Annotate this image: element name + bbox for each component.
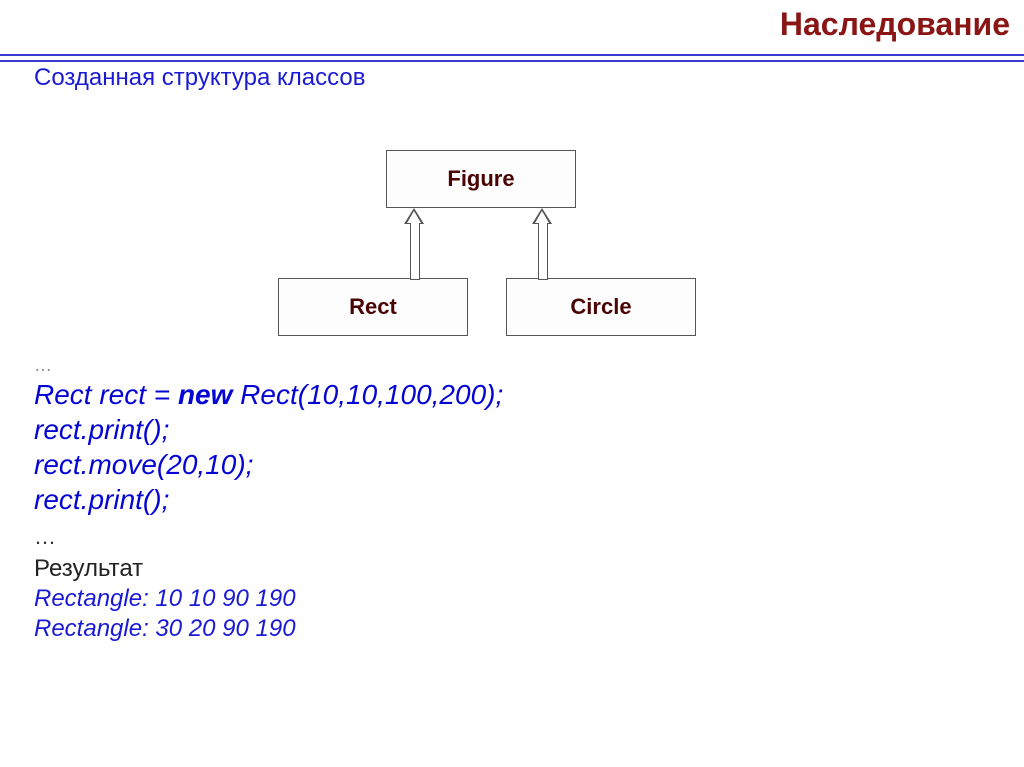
class-box-figure: Figure [386,150,576,208]
code-and-result: … Rect rect = new Rect(10,10,100,200); r… [34,354,503,644]
code-line-4: rect.print(); [34,482,503,517]
class-diagram: Figure Rect Circle [278,150,718,350]
class-box-rect: Rect [278,278,468,336]
header-rule-1 [0,54,1024,56]
code-pre: rect.print(); [34,414,169,445]
subtitle: Созданная структура классов [34,64,365,92]
code-line-3: rect.move(20,10); [34,447,503,482]
page-title: Наследование [780,6,1010,43]
slide: Наследование Созданная структура классов… [0,0,1024,767]
code-pre: Rect rect = [34,379,178,410]
result-line-1: Rectangle: 10 10 90 190 [34,584,503,614]
ellipsis-top: … [34,354,503,377]
code-line-2: rect.print(); [34,412,503,447]
code-pre: rect.move(20,10); [34,449,253,480]
ellipsis-bottom: … [34,523,503,551]
result-line-2: Rectangle: 30 20 90 190 [34,614,503,644]
code-post: Rect(10,10,100,200); [232,379,503,410]
class-box-circle: Circle [506,278,696,336]
code-line-1: Rect rect = new Rect(10,10,100,200); [34,377,503,412]
result-label: Результат [34,554,503,584]
header-rule-2 [0,60,1024,62]
code-pre: rect.print(); [34,484,169,515]
code-kw: new [178,379,232,410]
